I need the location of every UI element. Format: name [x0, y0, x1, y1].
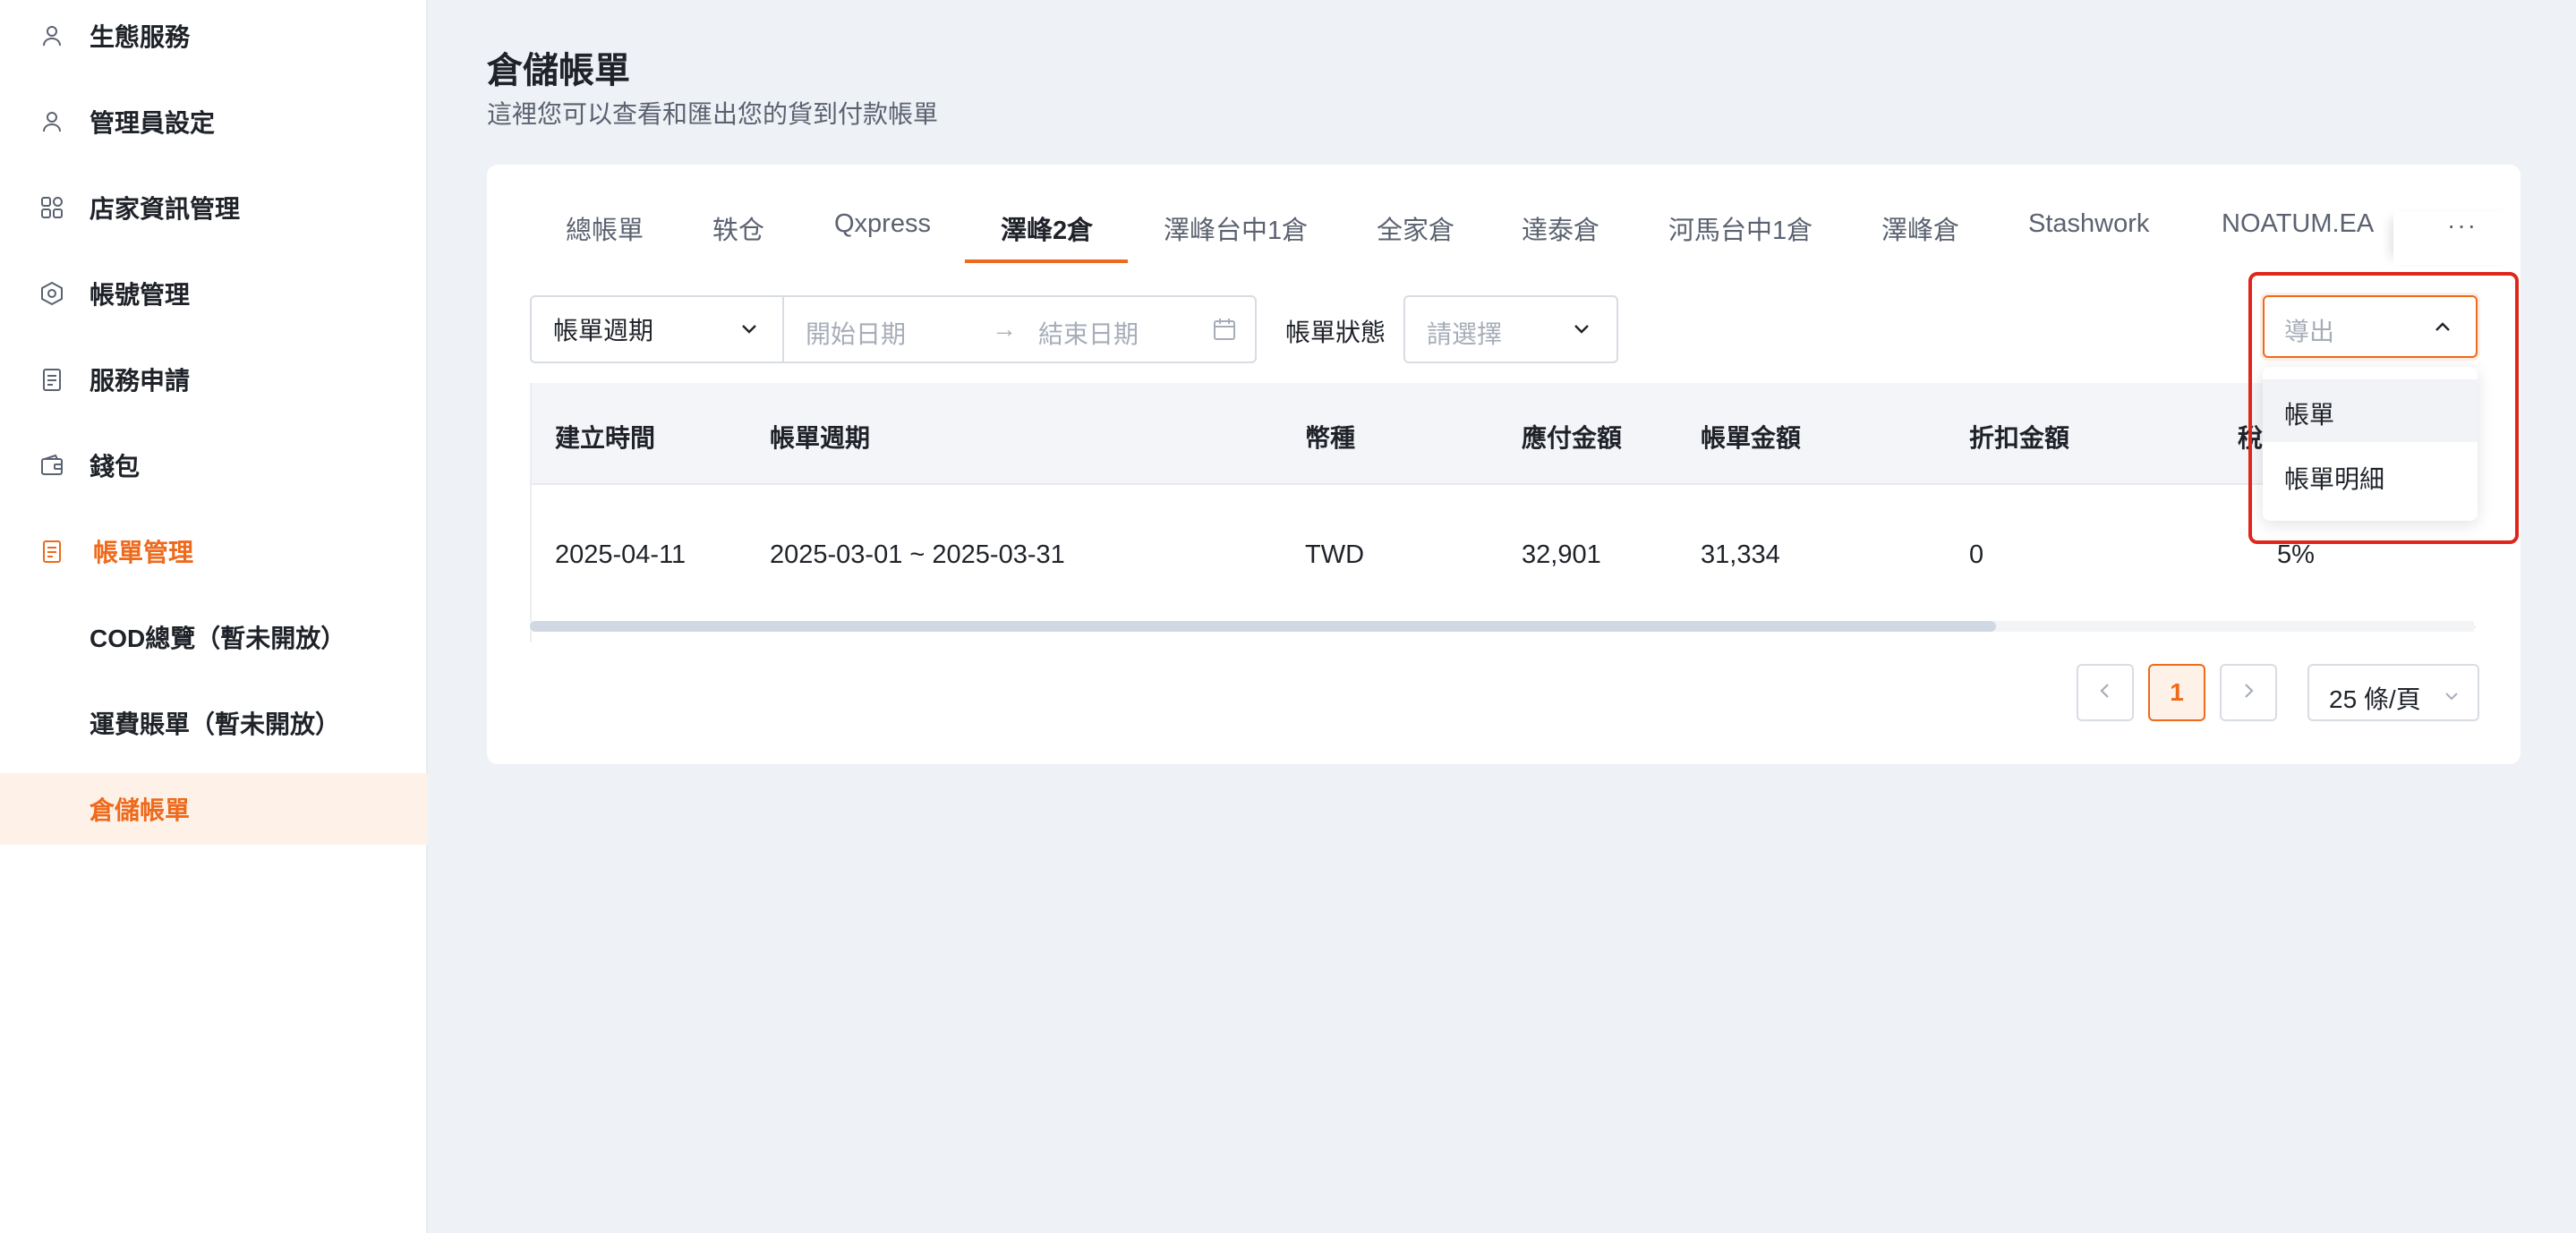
- page-subtitle: 這裡您可以查看和匯出您的貨到付款帳單: [487, 100, 939, 128]
- sidebar-item-label: COD總覽（暫未開放）: [90, 625, 346, 652]
- grid-icon: [38, 193, 66, 222]
- sidebar-item-admin-settings[interactable]: 管理員設定: [0, 86, 428, 157]
- bill-status-placeholder: 請選擇: [1427, 320, 1503, 348]
- sidebar-item-label: 運費賬單（暫未開放）: [90, 710, 341, 738]
- user-icon: [38, 107, 66, 136]
- more-tabs-button[interactable]: ···: [2393, 211, 2521, 265]
- wallet-icon: [38, 451, 66, 480]
- tab-familymart[interactable]: 全家倉: [1377, 209, 1454, 247]
- column-header: 帳單週期: [770, 424, 871, 452]
- chevron-down-icon: [2442, 684, 2461, 712]
- column-header: 建立時間: [555, 424, 656, 452]
- page-title: 倉儲帳單: [487, 51, 630, 90]
- page-size-value: 25 條/頁: [2329, 685, 2421, 713]
- tab-all-bills[interactable]: 總帳單: [566, 209, 644, 247]
- chevron-down-icon: [1570, 317, 1593, 346]
- sidebar-item-label: 帳號管理: [90, 281, 191, 309]
- chevron-down-icon: [738, 317, 761, 346]
- date-range-picker[interactable]: 開始日期 → 結束日期: [782, 295, 1257, 363]
- tab-zefeng-2[interactable]: 澤峰2倉: [1001, 209, 1093, 247]
- chevron-left-icon: [2095, 681, 2115, 705]
- tab-hema-taichung-1[interactable]: 河馬台中1倉: [1668, 209, 1813, 247]
- sidebar-item-wallet[interactable]: 錢包: [0, 429, 428, 501]
- table-cell: 2025-03-01 ~ 2025-03-31: [770, 540, 1065, 569]
- table-row[interactable]: 2025-04-11 2025-03-01 ~ 2025-03-31 TWD 3…: [532, 485, 2476, 628]
- warehouse-tabs: 總帳單 轶仓 Qxpress 澤峰2倉 澤峰台中1倉 全家倉 達泰倉 河馬台中1…: [487, 165, 2521, 265]
- page-size-select[interactable]: 25 條/頁: [2307, 664, 2479, 721]
- period-type-value: 帳單週期: [553, 317, 654, 344]
- bill-status-label: 帳單狀態: [1285, 319, 1386, 346]
- clipboard-icon: [38, 365, 66, 394]
- column-header: 幣種: [1305, 424, 1356, 452]
- table-cell: 31,334: [1701, 540, 1780, 569]
- tab-stashwork[interactable]: Stashwork: [2028, 209, 2149, 239]
- table-header: 建立時間 帳單週期 幣種 應付金額 帳單金額 折扣金額 稅: [532, 383, 2476, 485]
- chevron-right-icon: [2239, 681, 2258, 705]
- table-cell: 0: [1969, 540, 1984, 569]
- sidebar-item-store-info[interactable]: 店家資訊管理: [0, 172, 428, 243]
- sidebar-item-label: 錢包: [90, 453, 141, 480]
- page-button-current[interactable]: 1: [2148, 664, 2205, 721]
- active-tab-indicator: [965, 259, 1128, 263]
- tab-zefeng-taichung-1[interactable]: 澤峰台中1倉: [1164, 209, 1308, 247]
- calendar-icon: [1212, 317, 1237, 348]
- tab-noatum-ea[interactable]: NOATUM.EA: [2222, 209, 2374, 239]
- bill-icon: [38, 537, 66, 565]
- tab-qxpress[interactable]: Qxpress: [834, 209, 931, 239]
- sidebar-item-cod-overview[interactable]: COD總覽（暫未開放）: [0, 601, 428, 673]
- horizontal-scrollbar-thumb[interactable]: [530, 621, 1996, 632]
- table-cell: 2025-04-11: [555, 540, 687, 569]
- column-header: 折扣金額: [1969, 424, 2070, 452]
- sidebar-item-service-application[interactable]: 服務申請: [0, 344, 428, 415]
- prev-page-button[interactable]: [2077, 664, 2134, 721]
- billing-card: 總帳單 轶仓 Qxpress 澤峰2倉 澤峰台中1倉 全家倉 達泰倉 河馬台中1…: [487, 165, 2521, 764]
- start-date-input[interactable]: 開始日期: [806, 315, 906, 351]
- hexagon-icon: [38, 279, 66, 308]
- period-type-select[interactable]: 帳單週期: [530, 295, 784, 363]
- sidebar-item-freight-bills[interactable]: 運費賬單（暫未開放）: [0, 687, 428, 759]
- table-cell: 32,901: [1522, 540, 1601, 569]
- user-icon: [38, 21, 66, 50]
- tab-yicang[interactable]: 轶仓: [712, 209, 764, 247]
- tab-datai[interactable]: 達泰倉: [1522, 209, 1599, 247]
- column-header: 應付金額: [1522, 424, 1623, 452]
- annotation-highlight-box: [2248, 272, 2519, 544]
- sidebar: 生態服務 管理員設定 店家資訊管理 帳號管理 服務申請 錢包 帳單管理 COD總…: [0, 0, 428, 1233]
- sidebar-item-warehouse-bills[interactable]: 倉儲帳單: [0, 773, 428, 845]
- column-header: 帳單金額: [1701, 424, 1802, 452]
- sidebar-item-label: 帳單管理: [93, 539, 194, 566]
- end-date-input[interactable]: 結束日期: [1038, 315, 1139, 351]
- bills-table: 建立時間 帳單週期 幣種 應付金額 帳單金額 折扣金額 稅 2025-04-11…: [530, 383, 2476, 642]
- sidebar-item-account[interactable]: 帳號管理: [0, 258, 428, 329]
- bill-status-select[interactable]: 請選擇: [1403, 295, 1618, 363]
- sidebar-item-label: 管理員設定: [90, 109, 216, 137]
- sidebar-item-label: 生態服務: [90, 23, 191, 51]
- table-cell: 5%: [2277, 540, 2315, 569]
- range-arrow-icon: →: [992, 315, 1017, 343]
- next-page-button[interactable]: [2220, 664, 2277, 721]
- sidebar-item-label: 倉儲帳單: [90, 796, 191, 824]
- sidebar-item-label: 服務申請: [90, 367, 191, 395]
- sidebar-item-billing[interactable]: 帳單管理: [0, 515, 428, 587]
- sidebar-item-ecosystem-services[interactable]: 生態服務: [0, 0, 428, 72]
- sidebar-item-label: 店家資訊管理: [90, 195, 241, 223]
- table-cell: TWD: [1305, 540, 1365, 569]
- tab-zefeng[interactable]: 澤峰倉: [1881, 209, 1959, 247]
